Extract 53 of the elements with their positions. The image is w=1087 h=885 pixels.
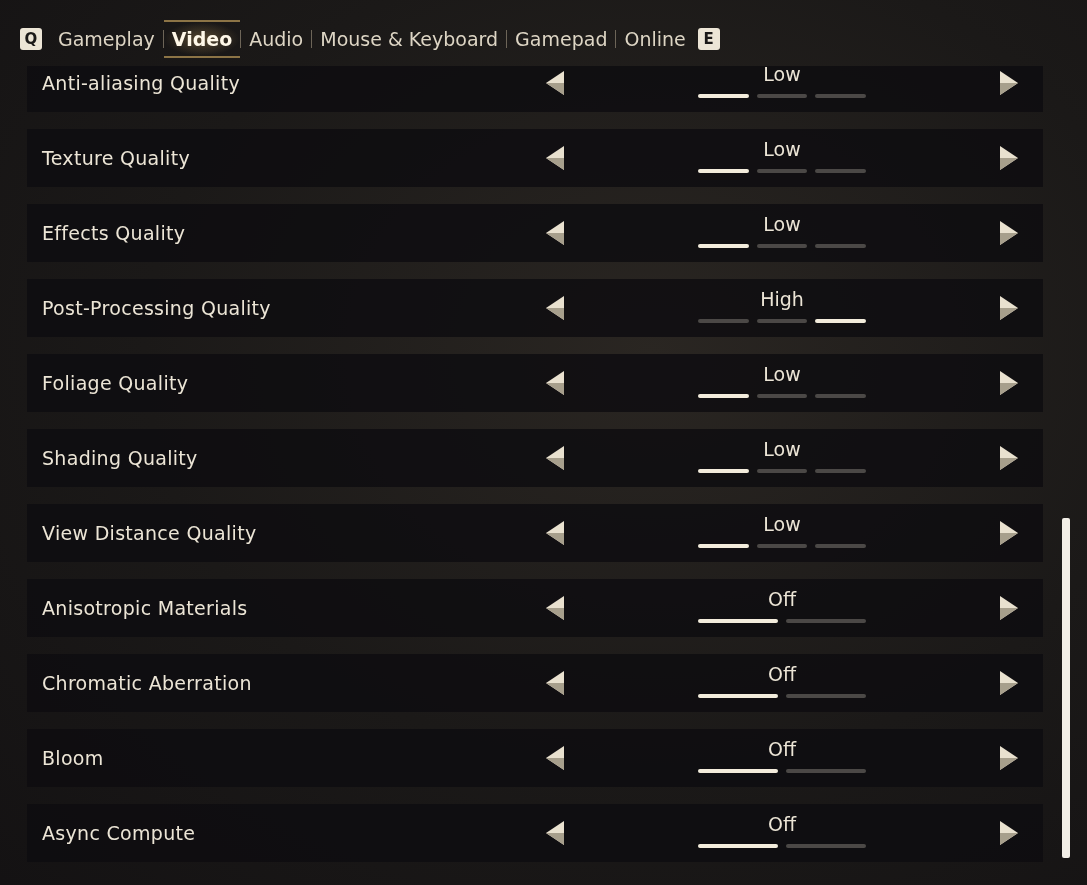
right-arrow-icon[interactable] xyxy=(1000,296,1018,320)
tab[interactable]: Video xyxy=(163,20,241,58)
left-arrow-icon[interactable] xyxy=(546,596,564,620)
tab[interactable]: Online xyxy=(616,28,694,50)
right-arrow-icon[interactable] xyxy=(1000,146,1018,170)
setting-label: Async Compute xyxy=(42,822,196,844)
right-arrow-icon[interactable] xyxy=(1000,746,1018,770)
setting-value: Off xyxy=(767,737,796,761)
setting-value: Low xyxy=(763,212,801,236)
setting-value: Low xyxy=(763,512,801,536)
setting-value: Off xyxy=(767,587,796,611)
right-arrow-icon[interactable] xyxy=(1000,371,1018,395)
right-arrow-icon[interactable] xyxy=(1000,71,1018,95)
setting-label: Texture Quality xyxy=(42,147,190,169)
tab[interactable]: Gamepad xyxy=(507,28,616,50)
right-arrow-icon[interactable] xyxy=(1000,821,1018,845)
setting-label: Effects Quality xyxy=(42,222,186,244)
left-arrow-icon[interactable] xyxy=(546,71,564,95)
setting-label: Shading Quality xyxy=(42,447,198,469)
right-arrow-icon[interactable] xyxy=(1000,671,1018,695)
setting-value: Low xyxy=(763,66,801,86)
scrollbar-thumb[interactable] xyxy=(1062,518,1070,858)
setting-label: Anti-aliasing Quality xyxy=(42,72,240,94)
setting-value: Off xyxy=(767,812,796,836)
setting-value: Off xyxy=(767,662,796,686)
setting-label: Bloom xyxy=(42,747,104,769)
setting-label: Foliage Quality xyxy=(42,372,189,394)
setting-label: Chromatic Aberration xyxy=(42,672,252,694)
left-arrow-icon[interactable] xyxy=(546,521,564,545)
tab[interactable]: Mouse & Keyboard xyxy=(312,28,507,50)
left-arrow-icon[interactable] xyxy=(546,446,564,470)
tab[interactable]: Gameplay xyxy=(50,28,163,50)
key-hint[interactable]: E xyxy=(697,28,720,50)
setting-value: Low xyxy=(763,437,801,461)
left-arrow-icon[interactable] xyxy=(546,371,564,395)
right-arrow-icon[interactable] xyxy=(1000,221,1018,245)
tab[interactable]: Audio xyxy=(241,28,312,50)
right-arrow-icon[interactable] xyxy=(1000,596,1018,620)
setting-label: View Distance Quality xyxy=(42,522,257,544)
setting-label: Post-Processing Quality xyxy=(42,297,271,319)
setting-value: High xyxy=(760,287,804,311)
key-hint[interactable]: Q xyxy=(20,28,42,50)
left-arrow-icon[interactable] xyxy=(546,746,564,770)
right-arrow-icon[interactable] xyxy=(1000,446,1018,470)
setting-value: Low xyxy=(763,137,801,161)
setting-value: Low xyxy=(763,362,801,386)
left-arrow-icon[interactable] xyxy=(546,296,564,320)
setting-label: Anisotropic Materials xyxy=(42,597,248,619)
left-arrow-icon[interactable] xyxy=(546,821,564,845)
left-arrow-icon[interactable] xyxy=(546,146,564,170)
left-arrow-icon[interactable] xyxy=(546,221,564,245)
right-arrow-icon[interactable] xyxy=(1000,521,1018,545)
left-arrow-icon[interactable] xyxy=(546,671,564,695)
